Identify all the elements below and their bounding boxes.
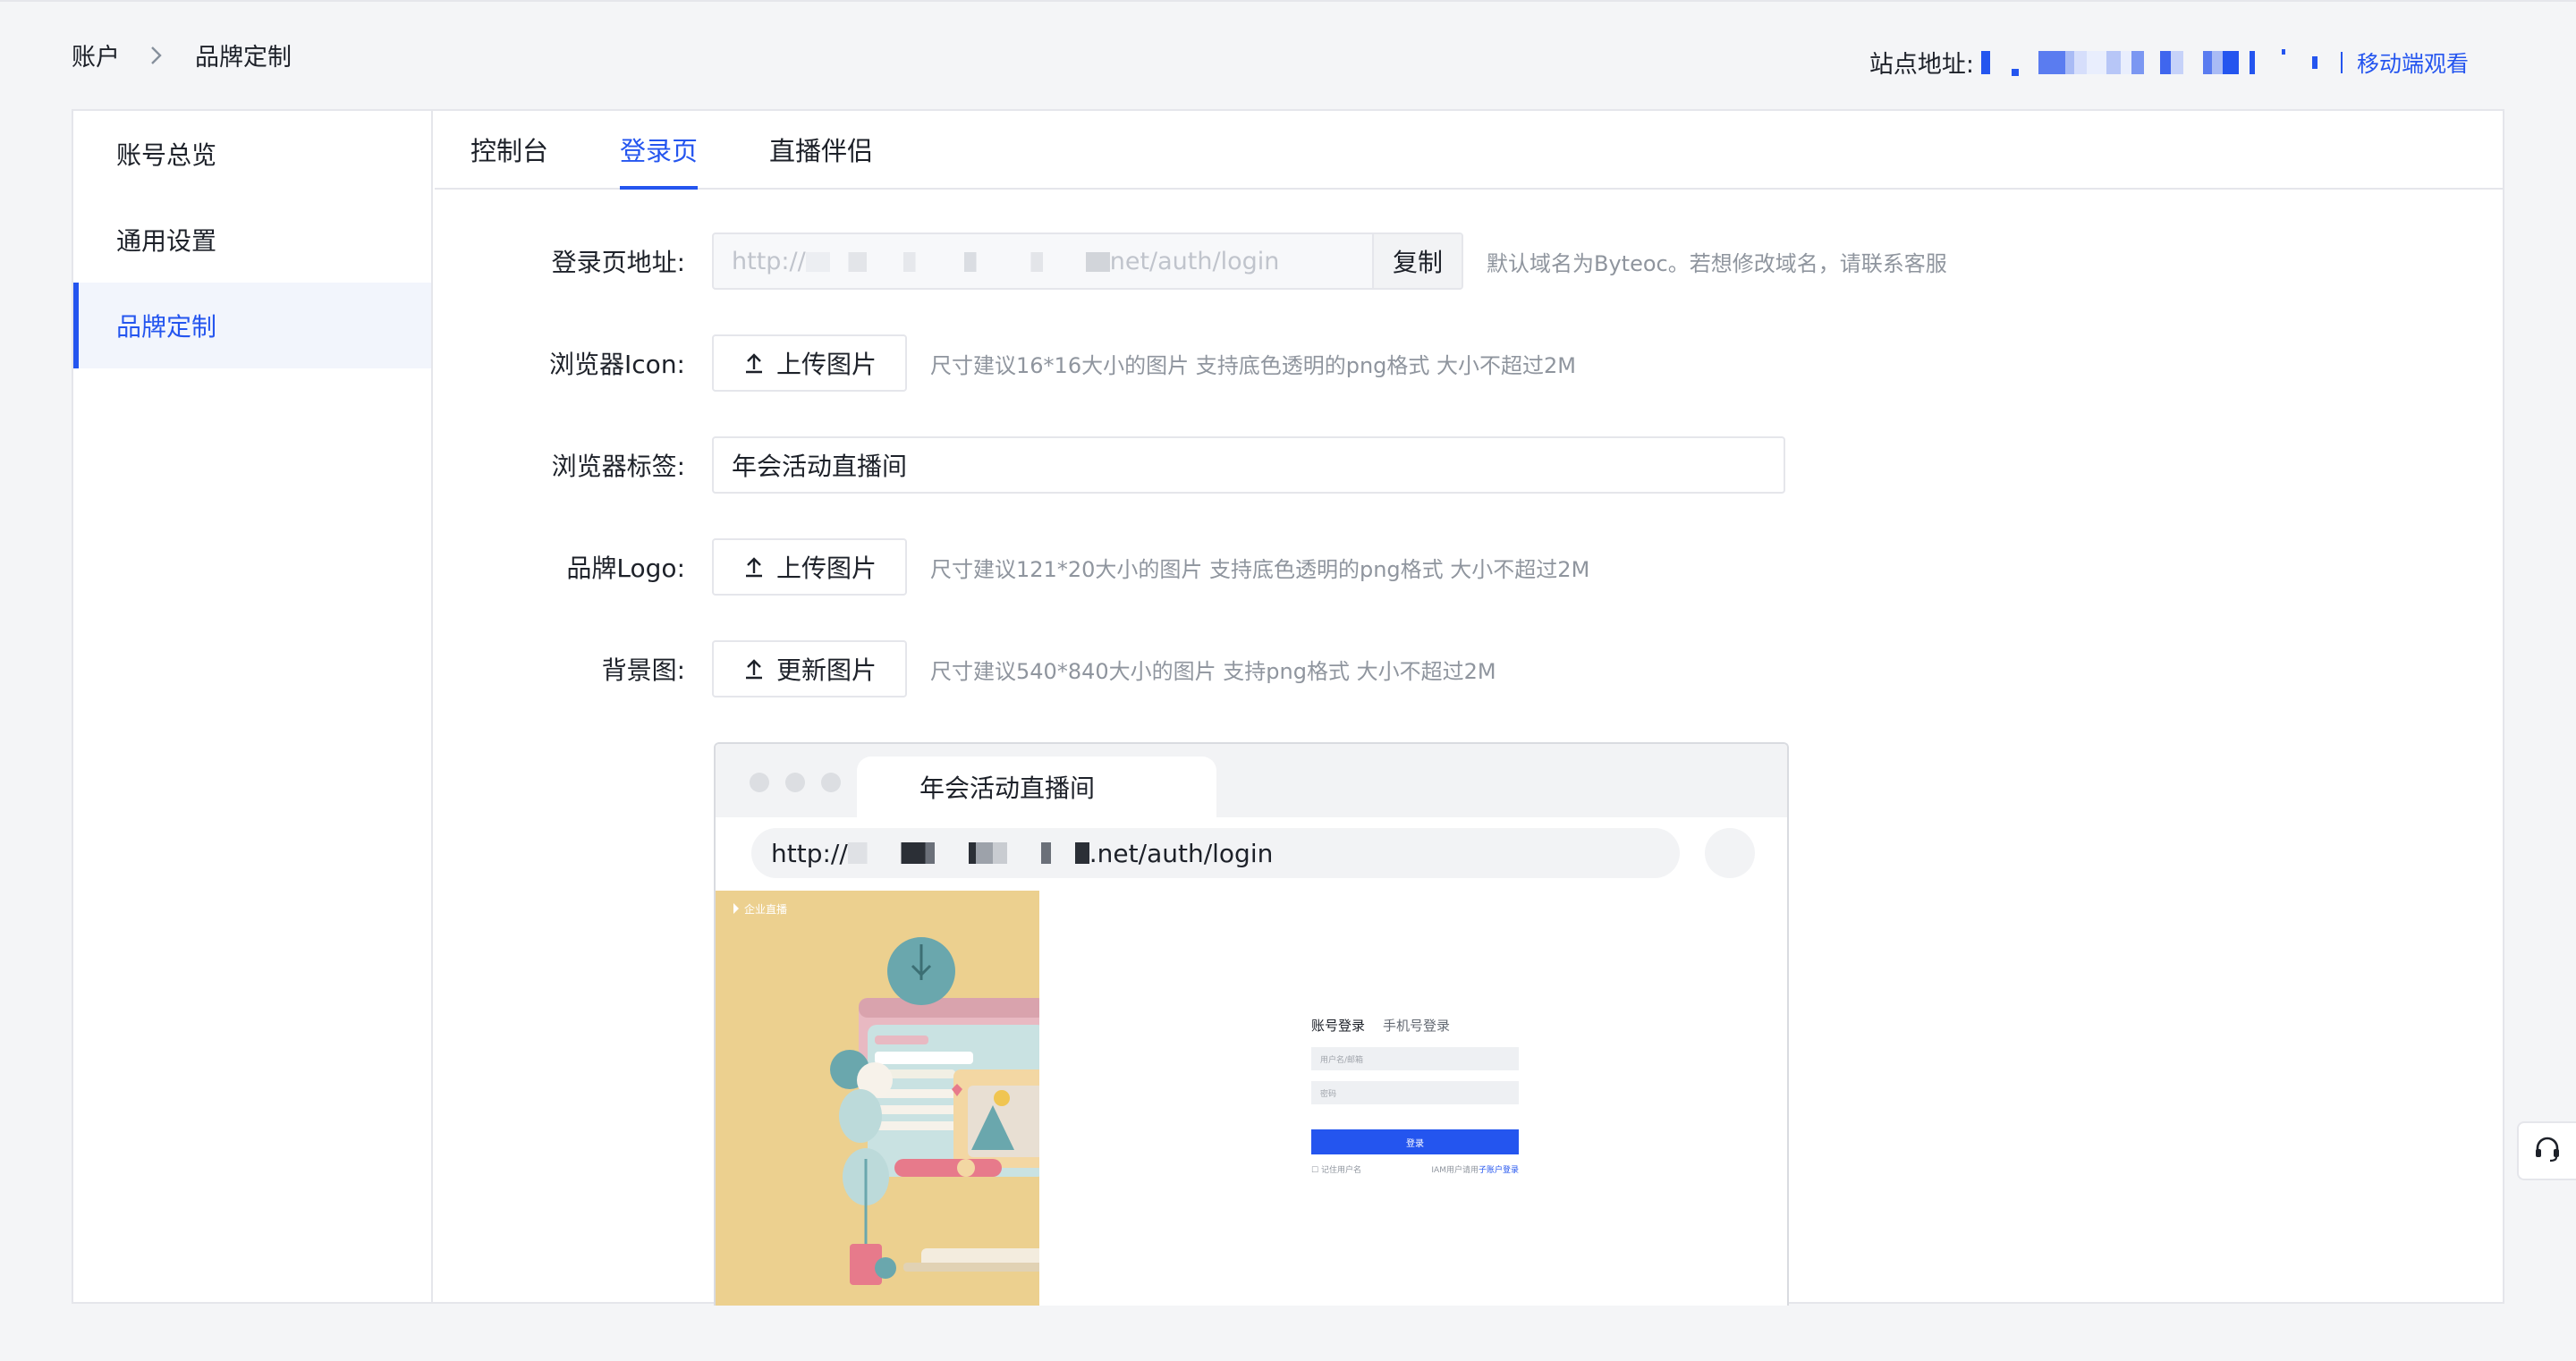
upload-icon-button[interactable]: 上传图片 (712, 334, 908, 392)
content-area: 控制台 登录页 直播伴侣 登录页地址: http:// net/auth/logi… (435, 111, 2503, 1306)
preview-url: http:// .net/auth/login (751, 828, 1680, 878)
breadcrumb: 账户 品牌定制 (72, 38, 292, 72)
upload-icon-button-label: 上传图片 (776, 350, 877, 379)
browser-icon-row: 浏览器Icon: 上传图片 尺寸建议16*16大小的图片 支持底色透明的png格… (435, 334, 1576, 392)
preview-url-redacted (847, 842, 1089, 864)
update-background-button[interactable]: 更新图片 (712, 640, 908, 697)
browser-icon-label: 浏览器Icon: (549, 350, 685, 379)
sidebar: 账号总览 通用设置 品牌定制 (73, 111, 433, 1302)
preview-remember-me: ☐ 记住用户名 (1311, 1166, 1361, 1175)
brand-logo-hint: 尺寸建议121*20大小的图片 支持底色透明的png格式 大小不超过2M (930, 556, 1590, 582)
preview-tab-account: 账号登录 (1311, 1018, 1366, 1034)
browser-icon-hint: 尺寸建议16*16大小的图片 支持底色透明的png格式 大小不超过2M (930, 352, 1577, 378)
preview-login-form: 账号登录 手机号登录 用户名/邮箱 密码 登录 ☐ 记住用户名 IAM用户请用子… (1311, 1016, 1519, 1175)
login-url-redacted (805, 252, 1110, 272)
mobile-view-link[interactable]: 移动端观看 (2340, 46, 2469, 79)
preview-tab-phone: 手机号登录 (1383, 1018, 1451, 1034)
browser-tab-row: 浏览器标签: 年会活动直播间 (435, 436, 1785, 494)
login-url-label: 登录页地址: (551, 248, 685, 277)
window-controls (750, 773, 841, 792)
sidebar-item-general-settings[interactable]: 通用设置 (73, 197, 431, 283)
top-bar: 账户 品牌定制 站点地址: 移动端观看 (0, 0, 2576, 109)
preview-address-bar: http:// .net/auth/login (716, 817, 1787, 891)
login-url-prefix: http:// (732, 247, 806, 275)
preview-url-prefix: http:// (771, 838, 848, 868)
breadcrumb-root[interactable]: 账户 (72, 38, 120, 72)
sidebar-item-brand-customization[interactable]: 品牌定制 (73, 283, 431, 368)
login-url-row: 登录页地址: http:// net/auth/login 复制 默认域名为Byt… (435, 232, 1947, 290)
login-page-preview: 年会活动直播间 http:// .net/auth/login 企业直播 账号登录… (714, 742, 1789, 1306)
login-url-hint: 默认域名为Byteoc。若想修改域名，请联系客服 (1487, 250, 1947, 276)
background-hint: 尺寸建议540*840大小的图片 支持png格式 大小不超过2M (930, 658, 1496, 684)
preview-brand-logo: 企业直播 (744, 902, 787, 916)
preview-browser-chrome: 年会活动直播间 (716, 744, 1787, 817)
preview-login-footer: ☐ 记住用户名 IAM用户请用子账户登录 (1311, 1163, 1519, 1175)
support-button[interactable] (2517, 1121, 2576, 1180)
preview-iam-text: IAM用户请用 (1431, 1166, 1479, 1175)
preview-password-field: 密码 (1311, 1081, 1519, 1104)
chevron-right-icon (145, 44, 168, 67)
browser-tab-input[interactable]: 年会活动直播间 (712, 436, 1785, 494)
preview-iam-note: IAM用户请用子账户登录 (1431, 1163, 1519, 1175)
sidebar-item-account-overview[interactable]: 账号总览 (73, 111, 431, 197)
sidebar-item-label: 通用设置 (116, 226, 217, 256)
preview-iam-link: 子账户登录 (1478, 1166, 1519, 1175)
upload-logo-button[interactable]: 上传图片 (712, 538, 908, 596)
copy-button[interactable]: 复制 (1372, 234, 1462, 288)
login-url-value[interactable]: http:// net/auth/login (714, 248, 1372, 275)
breadcrumb-current: 品牌定制 (195, 44, 292, 72)
preview-username-field: 用户名/邮箱 (1311, 1047, 1519, 1070)
site-address: 站点地址: 移动端观看 (1869, 45, 2469, 80)
tab-login-page[interactable]: 登录页 (620, 111, 699, 190)
preview-page-body: 企业直播 账号登录 手机号登录 用户名/邮箱 密码 登录 ☐ 记住用户名 IAM… (716, 891, 1787, 1306)
divider (2340, 51, 2343, 73)
tab-console[interactable]: 控制台 (470, 111, 548, 188)
sidebar-item-label: 品牌定制 (116, 312, 217, 342)
tab-live-companion[interactable]: 直播伴侣 (769, 111, 873, 188)
site-address-label: 站点地址: (1868, 51, 1974, 79)
upload-icon (742, 351, 766, 375)
login-url-field: http:// net/auth/login 复制 (712, 232, 1463, 290)
upload-icon (742, 555, 766, 579)
site-address-redacted (1980, 48, 2318, 76)
brand-logo-row: 品牌Logo: 上传图片 尺寸建议121*20大小的图片 支持底色透明的png格… (435, 538, 1589, 596)
preview-browser-tab: 年会活动直播间 (857, 757, 1216, 817)
login-url-suffix: net/auth/login (1109, 247, 1280, 275)
preview-avatar-placeholder (1705, 828, 1755, 878)
main-panel: 账号总览 通用设置 品牌定制 控制台 登录页 直播伴侣 登录页地址: http:… (72, 109, 2504, 1306)
preview-url-suffix: .net/auth/login (1089, 838, 1274, 868)
update-background-button-label: 更新图片 (776, 655, 877, 685)
mobile-view-label: 移动端观看 (2356, 50, 2469, 77)
upload-icon (742, 657, 766, 680)
brand-logo-label: 品牌Logo: (566, 554, 685, 583)
background-label: 背景图: (601, 655, 685, 685)
browser-tab-label: 浏览器标签: (551, 452, 685, 481)
upload-logo-button-label: 上传图片 (776, 554, 877, 583)
tab-bar: 控制台 登录页 直播伴侣 (435, 111, 2503, 190)
background-illustration: 企业直播 (716, 891, 1039, 1306)
headset-icon (2532, 1134, 2563, 1168)
background-row: 背景图: 更新图片 尺寸建议540*840大小的图片 支持png格式 大小不超过… (435, 640, 1496, 697)
preview-login-button: 登录 (1311, 1129, 1519, 1154)
preview-login-tabs: 账号登录 手机号登录 (1311, 1016, 1519, 1035)
preview-remember-label: 记住用户名 (1320, 1166, 1361, 1175)
sidebar-item-label: 账号总览 (116, 140, 217, 170)
